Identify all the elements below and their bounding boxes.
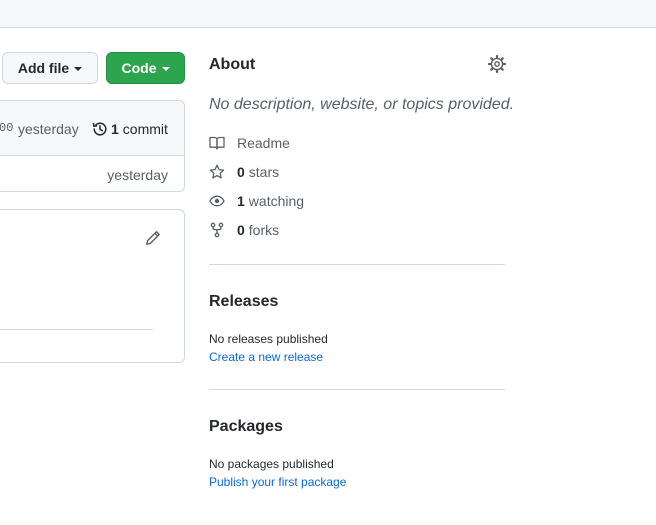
forks-link[interactable]: 0 forks (209, 222, 279, 238)
stars-count: 0 (237, 164, 245, 180)
readme-panel (0, 209, 185, 363)
fork-icon (210, 222, 224, 238)
commit-header: 00 yesterday 1 commit (0, 101, 184, 156)
publish-package-link[interactable]: Publish your first package (209, 475, 346, 489)
star-icon (209, 164, 225, 179)
file-row-time: yesterday (107, 167, 168, 183)
commit-count-label: commit (122, 121, 168, 137)
forks-count: 0 (237, 222, 245, 238)
chevron-down-icon (74, 67, 83, 71)
about-heading: About (209, 56, 256, 73)
latest-commit-box: 00 yesterday 1 commit yesterday (0, 100, 185, 192)
code-label: Code (121, 60, 157, 76)
watching-count: 1 (237, 193, 245, 209)
releases-empty-text: No releases published (209, 332, 328, 346)
add-file-button[interactable]: Add file (2, 52, 98, 84)
stars-link[interactable]: 0 stars (209, 164, 279, 180)
watching-link[interactable]: 1 watching (209, 193, 304, 209)
about-description: No description, website, or topics provi… (209, 96, 515, 113)
commit-hash[interactable]: 00 (0, 121, 13, 135)
packages-empty-text: No packages published (209, 457, 334, 471)
pencil-icon[interactable] (145, 230, 161, 246)
code-button[interactable]: Code (106, 52, 185, 84)
create-release-link[interactable]: Create a new release (209, 350, 323, 364)
watching-label: watching (248, 193, 305, 209)
forks-label: forks (248, 222, 280, 238)
chevron-down-icon (161, 67, 170, 71)
top-header-bar (0, 0, 656, 28)
commit-time[interactable]: yesterday (18, 121, 79, 137)
readme-divider (0, 329, 153, 330)
commit-history-link[interactable]: 1 commit (92, 121, 168, 137)
readme-link[interactable]: Readme (209, 135, 290, 151)
packages-heading[interactable]: Packages (209, 418, 283, 436)
book-icon (209, 136, 225, 150)
add-file-label: Add file (17, 60, 70, 76)
commit-count: 1 (111, 121, 119, 137)
sidebar-divider (209, 389, 505, 390)
sidebar-divider (209, 264, 505, 265)
readme-label: Readme (237, 135, 290, 151)
gear-icon[interactable] (488, 55, 506, 73)
history-icon (92, 122, 107, 136)
stars-label: stars (248, 164, 280, 180)
eye-icon (209, 195, 225, 207)
releases-heading[interactable]: Releases (209, 293, 278, 311)
